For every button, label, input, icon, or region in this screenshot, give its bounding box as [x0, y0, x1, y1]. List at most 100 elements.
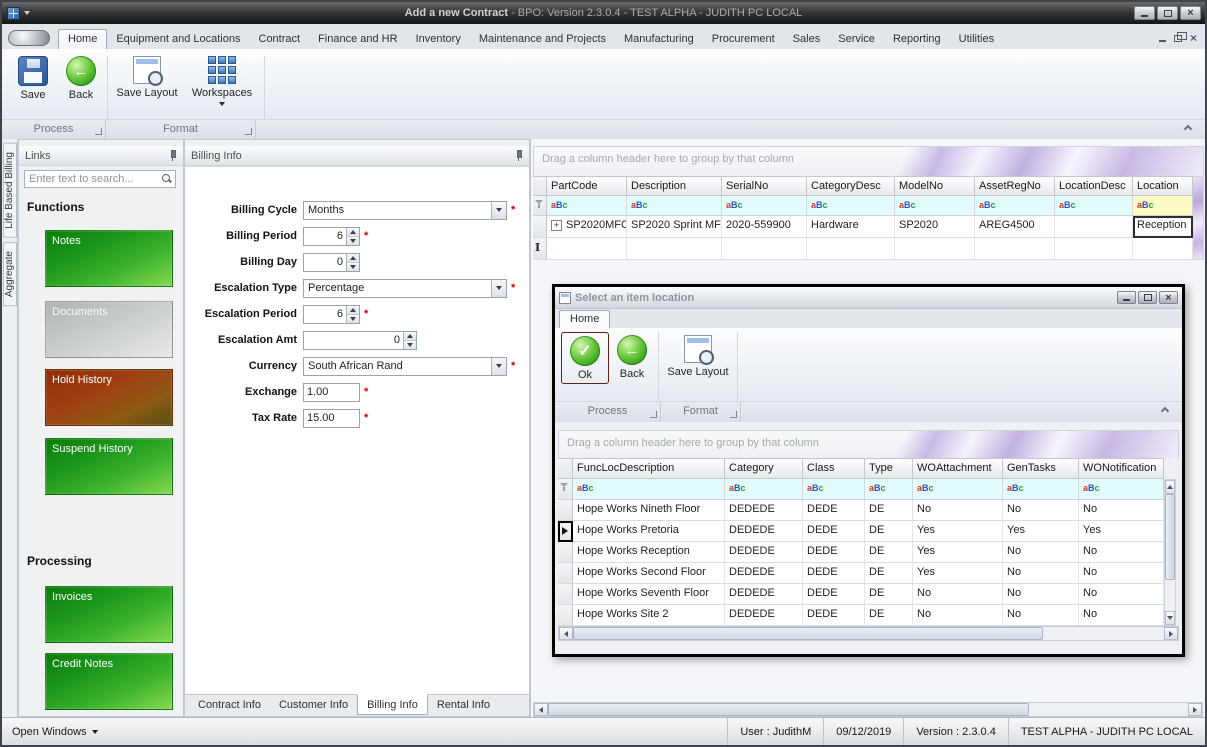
location-row[interactable]: Hope Works Site 2 DEDEDE DEDE DE No No N…: [558, 605, 1164, 626]
column-header-locationdesc[interactable]: LocationDesc: [1055, 176, 1133, 196]
dialog-minimize-button[interactable]: [1117, 291, 1136, 304]
column-header-serialno[interactable]: SerialNo: [722, 176, 807, 196]
spin-up-icon[interactable]: [347, 254, 359, 262]
tab-rental-info[interactable]: Rental Info: [428, 695, 499, 716]
asset-row[interactable]: SP2020MFC SP2020 Sprint MFC 2020-559900 …: [533, 216, 1204, 238]
grid-cell-locationdesc[interactable]: [1055, 216, 1133, 238]
location-row-selected[interactable]: Hope Works Pretoria DEDEDE DEDE DE Yes Y…: [558, 521, 1164, 542]
filter-cell-partcode[interactable]: [547, 196, 627, 216]
maximize-button[interactable]: [1157, 6, 1178, 20]
ribbon-collapse-icon[interactable]: [1161, 407, 1169, 415]
grid-cell[interactable]: DEDEDE: [725, 605, 803, 626]
location-row[interactable]: Hope Works Reception DEDEDE DEDE DE Yes …: [558, 542, 1164, 563]
dropdown-arrow-icon[interactable]: [491, 202, 506, 219]
dropdown-arrow-icon[interactable]: [491, 358, 506, 375]
currency-combo[interactable]: South African Rand: [303, 357, 507, 376]
pin-icon[interactable]: [514, 150, 523, 161]
grid-cell[interactable]: DE: [865, 500, 913, 521]
mdi-restore-button[interactable]: [1174, 35, 1182, 42]
asset-row-empty[interactable]: [533, 238, 1204, 260]
scrollbar-thumb[interactable]: [573, 627, 1043, 640]
filter-cell-woattachment[interactable]: [913, 479, 1003, 500]
save-layout-button[interactable]: Save Layout: [111, 56, 183, 99]
group-launcher-icon[interactable]: [95, 128, 102, 135]
column-header-woattachment[interactable]: WOAttachment: [913, 458, 1003, 479]
grid-cell[interactable]: Hope Works Nineth Floor: [573, 500, 725, 521]
tab-customer-info[interactable]: Customer Info: [270, 695, 357, 716]
side-tab-life-based-billing[interactable]: Life Based Billing: [3, 143, 17, 238]
scroll-up-button[interactable]: [1165, 480, 1175, 494]
grid-cell[interactable]: Hope Works Seventh Floor: [573, 584, 725, 605]
filter-cell-class[interactable]: [803, 479, 865, 500]
tab-finance-and-hr[interactable]: Finance and HR: [309, 30, 407, 49]
column-header-modelno[interactable]: ModelNo: [895, 176, 975, 196]
vertical-scrollbar[interactable]: [1164, 479, 1176, 626]
minimize-button[interactable]: [1134, 6, 1155, 20]
grid-cell[interactable]: [895, 238, 975, 260]
grid-cell[interactable]: Yes: [913, 542, 1003, 563]
grid-cell[interactable]: No: [1079, 605, 1164, 626]
spin-down-icon[interactable]: [404, 340, 416, 349]
grid-cell[interactable]: No: [1079, 542, 1164, 563]
tab-maintenance-and-projects[interactable]: Maintenance and Projects: [470, 30, 615, 49]
suspend-history-button[interactable]: Suspend History: [45, 438, 173, 495]
billing-period-spinner[interactable]: 6: [303, 227, 360, 246]
expand-icon[interactable]: [551, 220, 562, 231]
filter-cell-category[interactable]: [725, 479, 803, 500]
grid-cell-partcode[interactable]: SP2020MFC: [547, 216, 627, 238]
grid-cell[interactable]: DEDEDE: [725, 563, 803, 584]
filter-cell-serialno[interactable]: [722, 196, 807, 216]
tab-reporting[interactable]: Reporting: [884, 30, 950, 49]
pin-icon[interactable]: [168, 150, 177, 161]
grid-cell-serialno[interactable]: 2020-559900: [722, 216, 807, 238]
mdi-close-button[interactable]: [1190, 32, 1197, 45]
grid-cell[interactable]: DEDEDE: [725, 500, 803, 521]
tab-sales[interactable]: Sales: [784, 30, 830, 49]
column-header-wonotification[interactable]: WONotification: [1079, 458, 1164, 479]
grid-cell[interactable]: [627, 238, 722, 260]
tab-equipment-and-locations[interactable]: Equipment and Locations: [107, 30, 249, 49]
grid-cell[interactable]: Hope Works Reception: [573, 542, 725, 563]
grid-cell[interactable]: DE: [865, 542, 913, 563]
column-header-type[interactable]: Type: [865, 458, 913, 479]
ribbon-collapse-icon[interactable]: [1184, 125, 1192, 133]
escalation-amt-spinner[interactable]: 0: [303, 331, 417, 350]
grid-cell[interactable]: No: [1003, 584, 1079, 605]
grid-cell[interactable]: DEDE: [803, 605, 865, 626]
grid-cell[interactable]: DEDEDE: [725, 521, 803, 542]
grid-cell[interactable]: DE: [865, 521, 913, 542]
tab-contract[interactable]: Contract: [250, 30, 310, 49]
grid-cell[interactable]: Yes: [1079, 521, 1164, 542]
grid-cell[interactable]: DE: [865, 563, 913, 584]
filter-cell-locationdesc[interactable]: [1055, 196, 1133, 216]
ok-button[interactable]: Ok: [568, 336, 602, 381]
application-button[interactable]: [8, 30, 50, 46]
scrollbar-thumb[interactable]: [1165, 494, 1175, 580]
spin-up-icon[interactable]: [404, 332, 416, 340]
billing-cycle-combo[interactable]: Months: [303, 201, 507, 220]
tab-billing-info[interactable]: Billing Info: [357, 694, 428, 715]
grid-cell[interactable]: DEDE: [803, 521, 865, 542]
grid-cell[interactable]: DE: [865, 584, 913, 605]
grid-cell[interactable]: No: [1079, 500, 1164, 521]
column-header-class[interactable]: Class: [803, 458, 865, 479]
tab-manufacturing[interactable]: Manufacturing: [615, 30, 703, 49]
grid-cell[interactable]: [722, 238, 807, 260]
tab-home[interactable]: Home: [58, 29, 107, 49]
grid-cell[interactable]: No: [913, 500, 1003, 521]
column-header-gentasks[interactable]: GenTasks: [1003, 458, 1079, 479]
column-header-category[interactable]: Category: [725, 458, 803, 479]
grid-cell[interactable]: DEDEDE: [725, 584, 803, 605]
grid-cell[interactable]: Hope Works Second Floor: [573, 563, 725, 584]
scroll-left-button[interactable]: [534, 703, 548, 716]
grid-cell[interactable]: DEDE: [803, 500, 865, 521]
close-button[interactable]: [1180, 6, 1201, 20]
escalation-period-spinner[interactable]: 6: [303, 305, 360, 324]
spin-up-icon[interactable]: [347, 228, 359, 236]
spin-down-icon[interactable]: [347, 262, 359, 271]
column-header-assetregno[interactable]: AssetRegNo: [975, 176, 1055, 196]
grid-cell[interactable]: [1133, 238, 1193, 260]
billing-day-spinner[interactable]: 0: [303, 253, 360, 272]
grid-cell-description[interactable]: SP2020 Sprint MFC: [627, 216, 722, 238]
grid-cell[interactable]: No: [1003, 563, 1079, 584]
